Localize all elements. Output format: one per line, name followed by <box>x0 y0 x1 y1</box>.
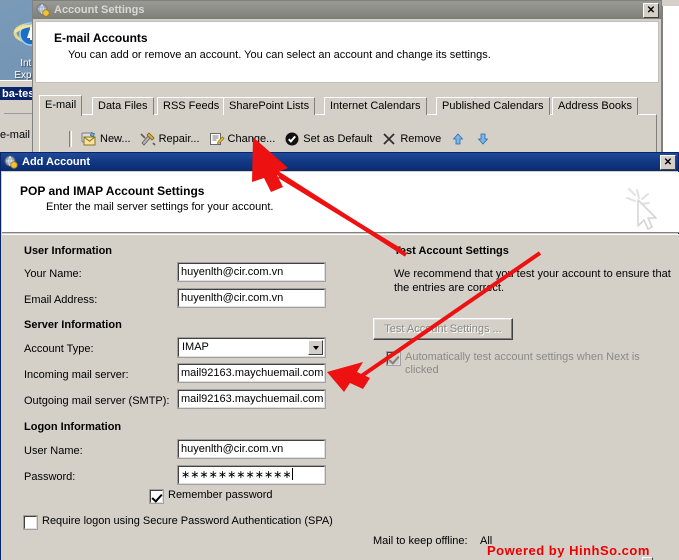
cursor-sparkle-icon <box>623 186 667 234</box>
tab-rss-feeds[interactable]: RSS Feeds <box>157 97 226 115</box>
set-as-default-button[interactable]: Set as Default <box>281 129 378 149</box>
add-account-titlebar[interactable]: Add Account ✕ <box>1 153 678 171</box>
watermark-text: Powered by HinhSo.com <box>487 543 650 558</box>
move-down-button[interactable] <box>472 129 497 149</box>
add-account-header-title: POP and IMAP Account Settings <box>20 184 205 198</box>
new-account-label: New... <box>100 133 131 145</box>
test-account-settings-button[interactable]: Test Account Settings ... <box>373 318 513 340</box>
account-settings-tabstrip: E-mail Data Files RSS Feeds SharePoint L… <box>39 95 657 116</box>
add-account-header-panel: POP and IMAP Account Settings Enter the … <box>2 172 679 232</box>
remove-label: Remove <box>400 133 442 145</box>
account-settings-header-panel: E-mail Accounts You can add or remove an… <box>35 21 659 83</box>
user-information-section-title: User Information <box>24 245 113 257</box>
new-account-button[interactable]: New... <box>78 129 137 149</box>
add-account-header-subtitle: Enter the mail server settings for your … <box>46 201 274 213</box>
password-input[interactable]: ∗∗∗∗∗∗∗∗∗∗∗∗ <box>177 465 326 485</box>
auto-test-row[interactable]: Automatically test account settings when… <box>386 351 672 377</box>
auto-test-checkbox[interactable] <box>386 351 401 366</box>
move-up-button[interactable] <box>447 129 472 149</box>
spa-label: Require logon using Secure Password Auth… <box>42 515 333 527</box>
check-circle-icon <box>284 131 300 147</box>
remember-password-row[interactable]: Remember password <box>149 489 273 504</box>
spa-row[interactable]: Require logon using Secure Password Auth… <box>23 515 334 530</box>
change-label: Change... <box>227 133 276 145</box>
add-account-window-icon <box>4 155 18 169</box>
tab-data-files[interactable]: Data Files <box>92 97 154 115</box>
change-button[interactable]: Change... <box>206 129 282 149</box>
user-name-input[interactable]: huyenlth@cir.com.vn <box>177 439 326 459</box>
repair-tools-icon <box>140 131 156 147</box>
screen-root: Intern Explorer ba-test0 e-mail a Accoun… <box>0 0 679 560</box>
account-settings-window-icon <box>36 3 50 17</box>
password-masked-value: ∗∗∗∗∗∗∗∗∗∗∗∗ <box>181 469 292 481</box>
account-settings-close-button[interactable]: ✕ <box>643 2 659 18</box>
account-settings-titlebar[interactable]: Account Settings ✕ <box>33 1 661 19</box>
toolbar-separator <box>69 131 72 147</box>
tab-internet-calendars[interactable]: Internet Calendars <box>324 97 427 115</box>
remember-password-checkbox[interactable] <box>149 489 164 504</box>
auto-test-label: Automatically test account settings when… <box>405 351 640 376</box>
account-type-dropdown[interactable]: IMAP <box>177 337 326 358</box>
add-account-close-button[interactable]: ✕ <box>660 154 676 170</box>
change-account-icon <box>209 131 225 147</box>
outgoing-mail-server-label: Outgoing mail server (SMTP): <box>24 395 170 407</box>
add-account-body: User Information Your Name: huyenlth@cir… <box>2 235 679 560</box>
test-account-settings-section-title: Test Account Settings <box>394 245 509 257</box>
your-name-input[interactable]: huyenlth@cir.com.vn <box>177 262 326 282</box>
account-settings-header-subtitle: You can add or remove an account. You ca… <box>68 49 491 61</box>
new-account-icon <box>81 131 97 147</box>
remember-password-label: Remember password <box>168 489 273 501</box>
test-account-settings-description: We recommend that you test your account … <box>394 268 671 294</box>
repair-label: Repair... <box>158 133 200 145</box>
set-as-default-label: Set as Default <box>303 133 373 145</box>
remove-button[interactable]: Remove <box>378 129 447 149</box>
add-account-window: Add Account ✕ POP and IMAP Account Setti… <box>0 152 679 560</box>
server-information-section-title: Server Information <box>24 319 122 331</box>
email-address-label: Email Address: <box>24 294 98 306</box>
text-caret <box>291 468 293 480</box>
chevron-down-icon[interactable] <box>308 340 323 355</box>
spa-checkbox[interactable] <box>23 515 38 530</box>
email-address-input[interactable]: huyenlth@cir.com.vn <box>177 288 326 308</box>
tab-published-calendars[interactable]: Published Calendars <box>436 97 550 115</box>
repair-button[interactable]: Repair... <box>137 129 206 149</box>
tab-email[interactable]: E-mail <box>39 95 83 116</box>
x-cross-icon <box>381 131 397 147</box>
outgoing-mail-server-field[interactable]: mail92163.maychuemail.com <box>177 389 326 409</box>
account-settings-title-text: Account Settings <box>54 4 145 16</box>
tab-sharepoint-lists[interactable]: SharePoint Lists <box>223 97 316 115</box>
account-type-value: IMAP <box>182 341 209 353</box>
background-right-panel <box>662 0 679 152</box>
user-name-label: User Name: <box>24 445 83 457</box>
account-type-label: Account Type: <box>24 343 94 355</box>
move-down-arrow-icon <box>475 131 491 147</box>
tab-address-books[interactable]: Address Books <box>552 97 638 115</box>
account-settings-toolbar: New... Repair... Change... Set as Defaul… <box>69 128 497 150</box>
incoming-mail-server-field[interactable]: mail92163.maychuemail.com <box>177 363 326 383</box>
account-settings-header-title: E-mail Accounts <box>54 31 148 45</box>
password-label: Password: <box>24 471 76 483</box>
your-name-label: Your Name: <box>24 268 82 280</box>
move-up-arrow-icon <box>450 131 466 147</box>
mail-to-keep-offline-label: Mail to keep offline: <box>373 535 468 547</box>
incoming-mail-server-label: Incoming mail server: <box>24 369 129 381</box>
add-account-title-text: Add Account <box>22 156 91 168</box>
background-right-panel-top <box>662 0 679 6</box>
logon-information-section-title: Logon Information <box>24 421 122 433</box>
